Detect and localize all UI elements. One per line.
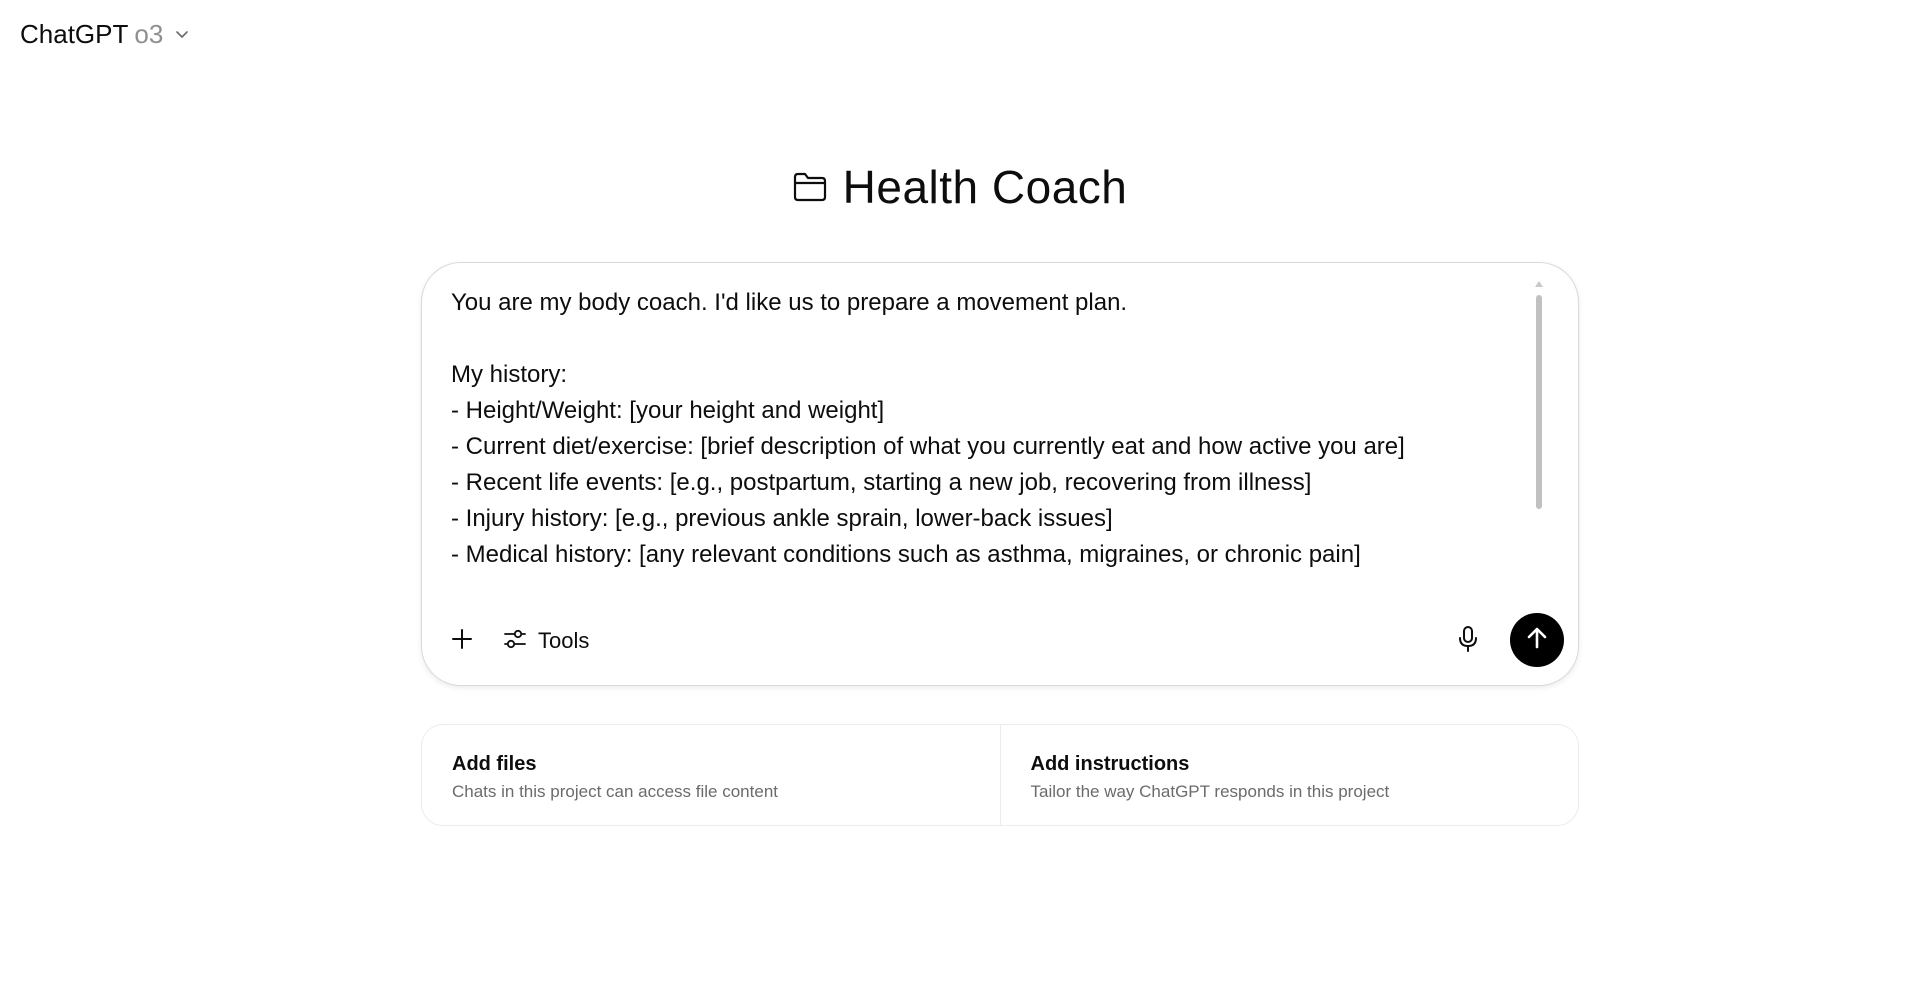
tools-label: Tools — [538, 628, 590, 653]
arrow-up-icon — [1524, 625, 1550, 656]
sliders-icon — [502, 626, 528, 657]
model-name: o3 — [134, 18, 164, 49]
add-files-title: Add files — [452, 753, 537, 775]
send-button[interactable] — [1510, 613, 1564, 667]
model-switcher[interactable]: ChatGPT o3 — [20, 16, 193, 52]
add-instructions-title: Add instructions — [1030, 753, 1190, 775]
add-files-card[interactable]: Add files Chats in this project can acce… — [422, 725, 1000, 825]
composer-scrollbar[interactable] — [1534, 281, 1544, 511]
folder-icon — [791, 168, 829, 206]
add-attachment-button[interactable] — [442, 621, 482, 661]
add-instructions-card[interactable]: Add instructions Tailor the way ChatGPT … — [999, 725, 1579, 825]
dictate-button[interactable] — [1448, 621, 1488, 661]
project-header: Health Coach — [0, 160, 1918, 214]
project-options: Add files Chats in this project can acce… — [421, 724, 1579, 826]
composer-toolbar: Tools — [422, 613, 1578, 669]
prompt-textarea[interactable]: You are my body coach. I'd like us to pr… — [451, 285, 1531, 635]
plus-icon — [450, 627, 474, 656]
add-instructions-description: Tailor the way ChatGPT responds in this … — [1030, 782, 1390, 801]
message-composer: You are my body coach. I'd like us to pr… — [421, 262, 1579, 686]
scroll-up-arrow-icon[interactable] — [1535, 281, 1543, 287]
app-name: ChatGPT — [20, 18, 129, 49]
microphone-icon — [1456, 625, 1480, 658]
scrollbar-thumb[interactable] — [1536, 295, 1542, 509]
project-title: Health Coach — [842, 161, 1128, 213]
add-files-description: Chats in this project can access file co… — [452, 782, 778, 801]
tools-button[interactable]: Tools — [502, 621, 589, 661]
chevron-down-icon — [171, 23, 193, 45]
